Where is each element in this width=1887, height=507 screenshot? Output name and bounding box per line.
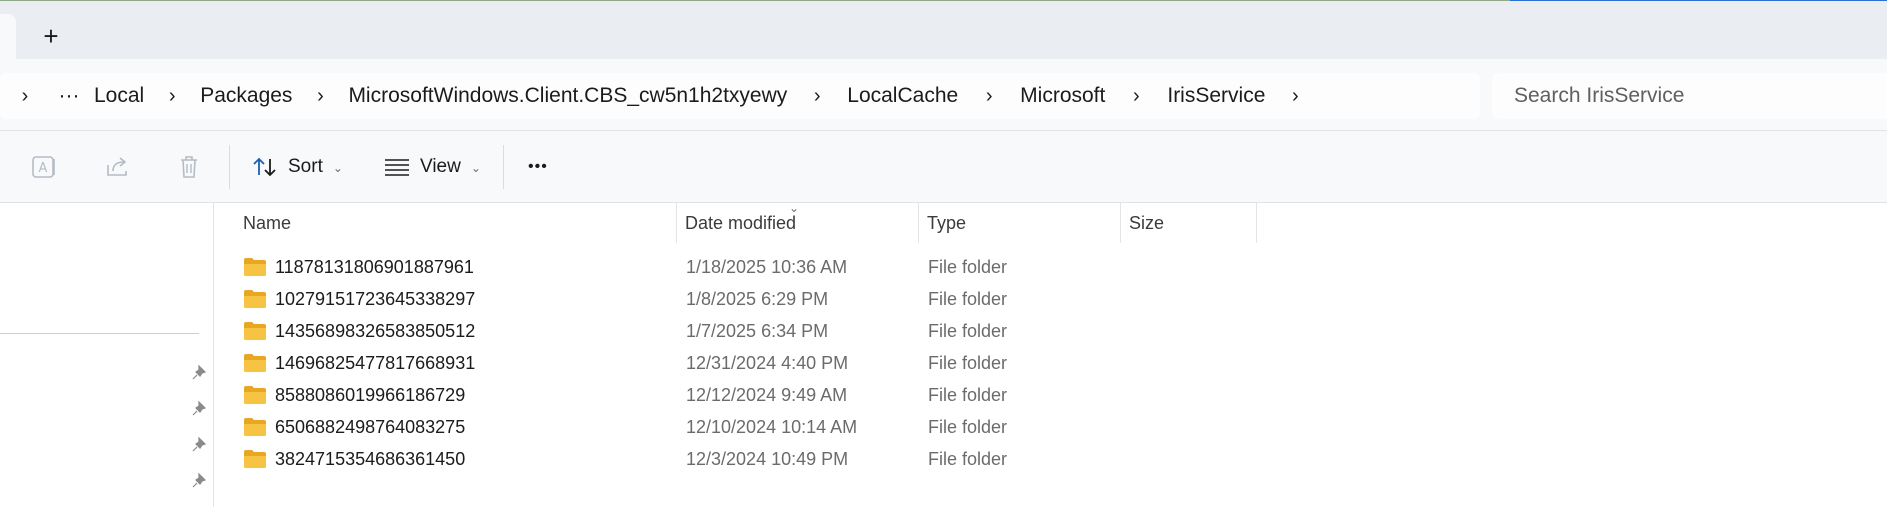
file-type: File folder [928, 256, 1008, 277]
address-row: › ··· Local › Packages › MicrosoftWindow… [0, 59, 1887, 131]
column-header-date[interactable]: Date modified [677, 203, 917, 243]
navigation-pane [0, 203, 214, 507]
view-button[interactable]: View ⌄ [384, 151, 481, 183]
chevron-right-icon[interactable]: › [1105, 85, 1167, 108]
file-type: File folder [928, 352, 1008, 373]
view-label: View [420, 156, 461, 177]
file-row[interactable]: 14696825477817668931 12/31/2024 4:40 PM Fi… [215, 347, 1887, 379]
folder-icon [243, 289, 267, 309]
folder-icon [243, 417, 267, 437]
chevron-right-icon[interactable]: › [1265, 85, 1325, 108]
file-type: File folder [928, 416, 1008, 437]
sort-icon [253, 157, 276, 177]
pin-icon[interactable] [190, 364, 208, 382]
file-date-modified: 1/18/2025 10:36 AM [686, 256, 848, 277]
file-date-modified: 12/31/2024 4:40 PM [686, 352, 849, 373]
tab-strip: + [0, 0, 1887, 59]
file-date-modified: 1/8/2025 6:29 PM [686, 288, 829, 309]
file-date-modified: 1/7/2025 6:34 PM [686, 320, 829, 341]
file-name: 14696825477817668931 [275, 352, 476, 373]
rename-icon[interactable]: A [30, 153, 58, 181]
breadcrumb-package-folder[interactable]: MicrosoftWindows.Client.CBS_cw5n1h2txyew… [348, 84, 787, 108]
new-tab-button[interactable]: + [30, 18, 72, 54]
pin-icon[interactable] [190, 436, 208, 454]
toolbar-separator [229, 145, 230, 189]
file-date-modified: 12/12/2024 9:49 AM [686, 384, 848, 405]
file-name: 10279151723645338297 [275, 288, 476, 309]
search-input[interactable]: Search IrisService [1492, 73, 1887, 119]
file-name: 14356898326583850512 [275, 320, 476, 341]
more-options-button[interactable]: ••• [528, 151, 548, 183]
file-row[interactable]: 3824715354686361450 12/3/2024 10:49 PM Fil… [215, 443, 1887, 475]
folder-icon [243, 449, 267, 469]
pin-icon[interactable] [190, 472, 208, 490]
chevron-right-icon[interactable]: › [787, 85, 847, 108]
file-type: File folder [928, 288, 1008, 309]
column-header-row: Name ⌄ Date modified Type Size [215, 201, 1887, 243]
chevron-right-icon[interactable]: › [958, 85, 1020, 108]
chevron-right-icon[interactable]: › [0, 85, 50, 108]
file-list: Name ⌄ Date modified Type Size 118781318… [215, 201, 1887, 507]
share-icon[interactable] [104, 153, 132, 181]
svg-text:A: A [39, 161, 48, 176]
file-row[interactable]: 10279151723645338297 1/8/2025 6:29 PM File… [215, 283, 1887, 315]
breadcrumb-packages[interactable]: Packages [200, 84, 292, 108]
window-top-border-accent [1510, 0, 1887, 1]
folder-icon [243, 353, 267, 373]
breadcrumb-local[interactable]: Local [94, 84, 144, 108]
nav-divider [0, 333, 199, 334]
view-icon [385, 159, 409, 176]
column-header-type[interactable]: Type [919, 203, 1119, 243]
pin-icon[interactable] [190, 400, 208, 418]
column-header-name[interactable]: Name [235, 203, 681, 243]
file-type: File folder [928, 448, 1008, 469]
file-type: File folder [928, 320, 1008, 341]
file-date-modified: 12/3/2024 10:49 PM [686, 448, 849, 469]
breadcrumb-localcache[interactable]: LocalCache [847, 84, 958, 108]
file-row[interactable]: 8588086019966186729 12/12/2024 9:49 AM Fil… [215, 379, 1887, 411]
breadcrumb-overflow-button[interactable]: ··· [44, 84, 94, 108]
file-row[interactable]: 14356898326583850512 1/7/2025 6:34 PM File… [215, 315, 1887, 347]
chevron-down-icon: ⌄ [332, 161, 343, 175]
folder-icon [243, 257, 267, 277]
breadcrumb-microsoft[interactable]: Microsoft [1020, 84, 1105, 108]
command-bar: A Sort ⌄ View ⌄ ••• [0, 131, 1887, 203]
file-name: 6506882498764083275 [275, 416, 466, 437]
file-row[interactable]: 6506882498764083275 12/10/2024 10:14 AM Fi… [215, 411, 1887, 443]
chevron-right-icon[interactable]: › [292, 85, 348, 108]
chevron-down-icon: ⌄ [470, 161, 481, 175]
file-name: 11878131806901887961 [275, 256, 474, 277]
sort-label: Sort [288, 156, 323, 177]
column-header-size[interactable]: Size [1121, 203, 1256, 243]
file-date-modified: 12/10/2024 10:14 AM [686, 416, 858, 437]
file-row[interactable]: 11878131806901887961 1/18/2025 10:36 AM Fi… [215, 251, 1887, 283]
breadcrumb-irisservice[interactable]: IrisService [1167, 84, 1265, 108]
toolbar-separator [503, 145, 504, 189]
folder-icon [243, 385, 267, 405]
folder-icon [243, 321, 267, 341]
file-name: 8588086019966186729 [275, 384, 466, 405]
chevron-right-icon[interactable]: › [144, 85, 200, 108]
active-tab-edge[interactable] [0, 14, 16, 59]
column-resize-handle[interactable] [1256, 203, 1257, 243]
address-bar[interactable]: › ··· Local › Packages › MicrosoftWindow… [0, 73, 1480, 119]
file-name: 3824715354686361450 [275, 448, 466, 469]
file-type: File folder [928, 384, 1008, 405]
sort-button[interactable]: Sort ⌄ [252, 151, 343, 183]
delete-icon[interactable] [175, 153, 203, 181]
